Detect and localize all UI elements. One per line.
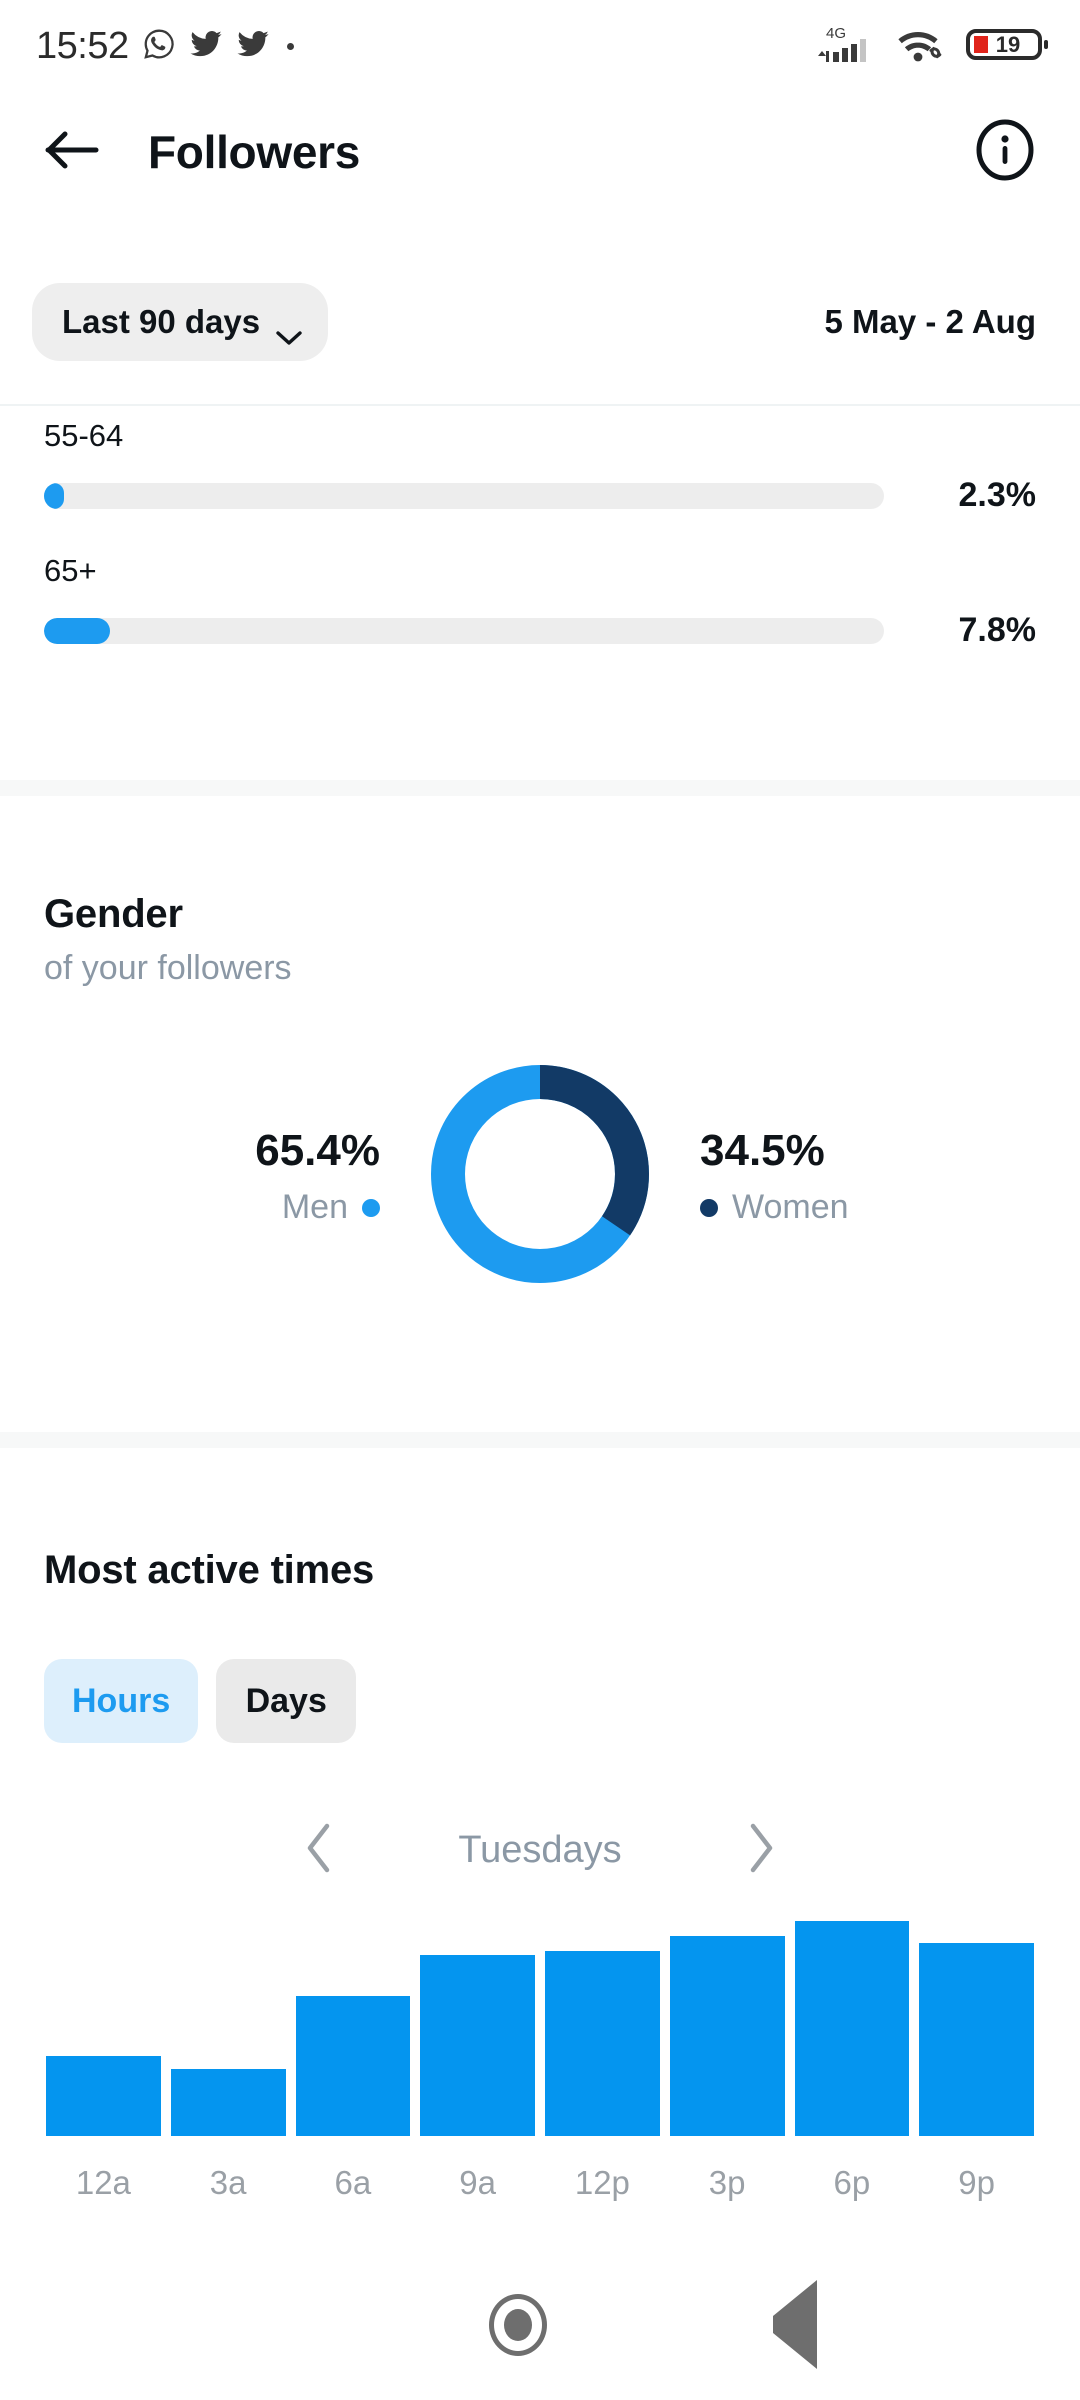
activity-bar [545,1951,660,2136]
gender-subtitle: of your followers [44,949,292,987]
status-time: 15:52 [36,24,129,67]
next-day-button[interactable] [725,1815,795,1885]
battery-icon: 19 [966,22,1050,71]
info-button[interactable] [974,119,1036,186]
twitter-icon [236,27,270,66]
age-bar-line: 2.3% [44,476,1036,515]
activity-axis-label: 9p [958,2164,995,2201]
tab-hours[interactable]: Hours [44,1659,199,1743]
date-range-label: 5 May - 2 Aug [824,303,1037,340]
women-percent-label: 34.5% [700,1126,825,1175]
android-navigation-bar [0,2250,1080,2400]
age-range-label: 55-64 [44,418,124,453]
status-bar-left: 15:52 [36,25,294,68]
time-granularity-tabs: Hours Days [0,1659,1080,1743]
date-range-dropdown-label: Last 90 days [62,303,261,340]
activity-axis-label: 12a [75,2164,131,2201]
status-bar-right: 4G 19 [816,22,1050,71]
age-percent-label: 2.3% [958,476,1037,514]
activity-axis-label: 12p [574,2164,630,2201]
signal-icon: 4G [816,22,878,71]
back-arrow-icon [44,128,102,177]
network-type-label: 4G [826,25,846,42]
women-legend-label: Women [732,1188,849,1226]
men-percent-label: 65.4% [255,1126,380,1175]
info-icon [974,119,1036,186]
gender-chart-wrap: 65.4% Men 34.5% Women [0,1058,1080,1295]
age-bar-track [44,617,884,644]
age-row: 55-64 2.3% [0,418,1080,515]
age-bar-fill [44,617,110,644]
date-range-dropdown[interactable]: Last 90 days [32,283,329,361]
activity-axis-label: 3p [708,2164,746,2201]
men-legend: Men [104,1188,380,1227]
filter-row: Last 90 days 5 May - 2 Aug [0,272,1080,372]
age-row: 65+ 7.8% [0,553,1080,650]
age-range-label: 65+ [44,553,97,588]
age-bar-line: 7.8% [44,611,1036,650]
chevron-right-icon [743,1822,777,1879]
gender-men-stat: 65.4% Men [104,1126,424,1227]
battery-level-label: 19 [996,32,1020,57]
activity-bar [46,2056,161,2136]
current-day-label: Tuesdays [458,1828,622,1871]
dot-icon [286,42,294,50]
tab-hours-label: Hours [72,1681,171,1720]
chevron-left-icon [303,1822,337,1879]
most-active-times-title: Most active times [44,1548,375,1592]
activity-axis-label: 6a [334,2164,372,2201]
age-distribution-list: 55-64 2.3% 65+ 7.8% [0,418,1080,688]
age-bar-fill [44,482,65,509]
women-legend: Women [700,1188,976,1227]
gender-section: Gender of your followers 65.4% Men 34.5%… [0,796,1080,1295]
activity-bar [919,1942,1034,2136]
men-legend-dot [362,1198,380,1217]
activity-bar [669,1936,785,2136]
gender-women-stat: 34.5% Women [656,1126,976,1227]
activity-axis-label: 9a [459,2164,496,2201]
activity-bar [794,1921,910,2136]
section-divider [0,1432,1080,1448]
home-button[interactable] [489,2294,547,2356]
circle-icon [489,2294,547,2356]
previous-day-button[interactable] [285,1815,355,1885]
age-bar-track [44,482,884,509]
header-divider [0,404,1080,406]
tab-days[interactable]: Days [216,1659,357,1743]
chevron-down-icon [276,316,302,345]
gender-title: Gender [44,892,183,936]
activity-axis-label: 3a [209,2164,247,2201]
hourly-activity-axis-labels: 12a 3a 6a 9a 12p 3p 6p 9p [0,2164,1080,2202]
whatsapp-icon [142,27,176,66]
back-nav-button[interactable] [773,2280,817,2369]
status-bar: 15:52 4G 19 [0,0,1080,92]
men-legend-label: Men [281,1188,348,1226]
section-divider [0,780,1080,796]
app-header: Followers [0,92,1080,212]
wifi-icon [895,22,949,71]
age-percent-label: 7.8% [958,611,1037,649]
activity-axis-label: 6p [833,2164,871,2201]
page-title: Followers [148,126,361,178]
activity-bar [420,1955,535,2136]
activity-bar [295,1996,411,2136]
day-navigator: Tuesdays [0,1815,1080,1885]
most-active-times-section: Most active times Hours Days Tuesdays 12… [0,1448,1080,2202]
gender-donut-chart [424,1058,656,1295]
back-button[interactable] [40,119,106,185]
activity-bar [170,2069,286,2136]
hourly-activity-bar-chart [0,1921,1080,2136]
triangle-back-icon [773,2280,817,2369]
tab-days-label: Days [245,1681,327,1720]
twitter-icon [189,27,223,66]
women-legend-dot [700,1198,718,1217]
